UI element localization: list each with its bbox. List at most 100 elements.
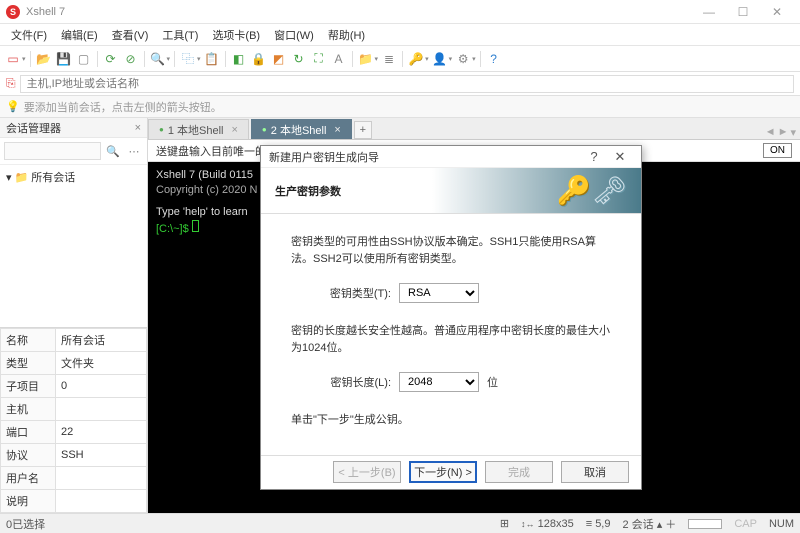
orange-icon[interactable]: ◩ [270, 50, 288, 68]
folder-icon: 📁 [15, 171, 29, 184]
prop-val: 文件夹 [56, 352, 147, 375]
dialog-banner-title: 生产密钥参数 [275, 183, 341, 199]
cursor-icon [192, 220, 199, 232]
tab-shell-1[interactable]: ●1 本地Shell× [148, 119, 249, 139]
key-type-select[interactable]: RSA [399, 283, 479, 303]
font-icon[interactable]: A [330, 50, 348, 68]
host-input[interactable] [20, 75, 794, 93]
search-icon[interactable]: 🔍 [149, 50, 167, 68]
window-title: Xshell 7 [26, 6, 65, 18]
tree-root-item[interactable]: ▾ 📁 所有会话 [6, 169, 141, 185]
user-icon[interactable]: 👤 [431, 50, 449, 68]
tab-prev-icon[interactable]: ◄ [765, 126, 776, 139]
save-icon[interactable]: 💾 [55, 50, 73, 68]
status-progress [688, 519, 722, 529]
prop-key: 主机 [1, 398, 56, 421]
folder-icon[interactable]: 📁 [357, 50, 375, 68]
minimize-button[interactable]: — [692, 1, 726, 23]
cancel-button[interactable]: 取消 [561, 461, 629, 483]
session-menu-icon[interactable]: ⋯ [125, 142, 143, 160]
prop-val: SSH [56, 444, 147, 467]
tab-shell-2[interactable]: ●2 本地Shell× [251, 119, 352, 139]
hostbar: ⎘ [0, 72, 800, 96]
prop-val: 22 [56, 421, 147, 444]
green-icon[interactable]: ◧ [230, 50, 248, 68]
menubar: 文件(F) 编辑(E) 查看(V) 工具(T) 选项卡(B) 窗口(W) 帮助(… [0, 24, 800, 46]
keys-icon: 🔑🗝 [557, 174, 627, 207]
tab-next-icon[interactable]: ► [778, 126, 789, 139]
menu-file[interactable]: 文件(F) [4, 27, 54, 43]
page-icon[interactable]: ▢ [75, 50, 93, 68]
status-grid-icon: ⊞ [500, 517, 509, 530]
prop-key: 端口 [1, 421, 56, 444]
prop-key: 协议 [1, 444, 56, 467]
session-panel: 会话管理器 × 🔍 ⋯ ▾ 📁 所有会话 名称所有会话 类型文件夹 子项目0 主… [0, 118, 148, 513]
menu-tools[interactable]: 工具(T) [155, 27, 205, 43]
tab-menu-icon[interactable]: ▾ [790, 126, 796, 139]
paste-icon[interactable]: 📋 [203, 50, 221, 68]
new-session-icon[interactable]: ▭ [4, 50, 22, 68]
bulb-icon: 💡 [6, 100, 20, 113]
maximize-button[interactable]: ☐ [726, 1, 760, 23]
key-type-label: 密钥类型(T): [321, 285, 391, 301]
key-length-unit: 位 [487, 374, 498, 390]
session-panel-title: 会话管理器 [6, 120, 61, 136]
host-icon: ⎘ [6, 76, 16, 91]
on-toggle-button[interactable]: ON [763, 143, 792, 158]
dialog-title: 新建用户密钥生成向导 [269, 149, 581, 165]
disconnect-icon[interactable]: ⊘ [122, 50, 140, 68]
menu-edit[interactable]: 编辑(E) [54, 27, 105, 43]
status-left: 0已选择 [6, 516, 500, 532]
app-logo-icon: S [6, 5, 20, 19]
tipbar: 💡 要添加当前会话，点击左侧的箭头按钮。 [0, 96, 800, 118]
help-icon[interactable]: ? [485, 50, 503, 68]
session-filter-select[interactable] [4, 142, 101, 160]
prop-val [56, 467, 147, 490]
collapse-icon[interactable]: ▾ [6, 171, 12, 184]
prop-val [56, 398, 147, 421]
key-length-select[interactable]: 2048 [399, 372, 479, 392]
dialog-paragraph: 密钥类型的可用性由SSH协议版本确定。SSH1只能使用RSA算法。SSH2可以使… [291, 234, 611, 267]
tab-bar: ●1 本地Shell× ●2 本地Shell× + ◄►▾ [148, 118, 800, 140]
new-tab-button[interactable]: + [354, 121, 372, 139]
session-properties: 名称所有会话 类型文件夹 子项目0 主机 端口22 协议SSH 用户名 说明 [0, 327, 147, 513]
next-button[interactable]: 下一步(N) > [409, 461, 477, 483]
menu-view[interactable]: 查看(V) [105, 27, 156, 43]
lock-icon[interactable]: 🔒 [250, 50, 268, 68]
dialog-close-button[interactable]: ✕ [607, 149, 633, 165]
prop-val [56, 490, 147, 513]
key-length-label: 密钥长度(L): [321, 374, 391, 390]
settings-icon[interactable]: ⚙ [454, 50, 472, 68]
status-cap: CAP [734, 518, 757, 530]
refresh-icon[interactable]: ↻ [290, 50, 308, 68]
menu-help[interactable]: 帮助(H) [321, 27, 372, 43]
prop-val: 0 [56, 375, 147, 398]
menu-tabs[interactable]: 选项卡(B) [205, 27, 267, 43]
expand-icon[interactable]: ⛶ [310, 50, 328, 68]
open-icon[interactable]: 📂 [35, 50, 53, 68]
reconnect-icon[interactable]: ⟳ [102, 50, 120, 68]
menu-window[interactable]: 窗口(W) [267, 27, 321, 43]
status-pos: ≡ 5,9 [586, 518, 611, 530]
close-button[interactable]: ✕ [760, 1, 794, 23]
prop-key: 用户名 [1, 467, 56, 490]
prop-key: 名称 [1, 329, 56, 352]
copy-icon[interactable]: ⿻ [179, 50, 197, 68]
toolbar: ▭▾ 📂 💾 ▢ ⟳ ⊘ 🔍▾ ⿻▾ 📋 ◧ 🔒 ◩ ↻ ⛶ A 📁▾ ≣ 🔑▾… [0, 46, 800, 72]
prop-val: 所有会话 [56, 329, 147, 352]
titlebar: S Xshell 7 — ☐ ✕ [0, 0, 800, 24]
status-size: ↕↔ 128x35 [521, 518, 574, 530]
finish-button[interactable]: 完成 [485, 461, 553, 483]
script-icon[interactable]: ≣ [380, 50, 398, 68]
session-panel-close-icon[interactable]: × [135, 122, 141, 134]
session-search-icon[interactable]: 🔍 [104, 142, 122, 160]
dialog-paragraph: 单击"下一步"生成公钥。 [291, 412, 611, 429]
session-tree[interactable]: ▾ 📁 所有会话 [0, 165, 147, 327]
key-icon[interactable]: 🔑 [407, 50, 425, 68]
dialog-help-button[interactable]: ? [581, 149, 607, 164]
dialog-paragraph: 密钥的长度越长安全性越高。普通应用程序中密钥长度的最佳大小为1024位。 [291, 323, 611, 356]
tip-text: 要添加当前会话，点击左侧的箭头按钮。 [24, 99, 222, 115]
prev-button[interactable]: < 上一步(B) [333, 461, 401, 483]
prop-key: 说明 [1, 490, 56, 513]
status-bar: 0已选择 ⊞ ↕↔ 128x35 ≡ 5,9 2 会话 ▴ ＋ CAP NUM [0, 513, 800, 533]
